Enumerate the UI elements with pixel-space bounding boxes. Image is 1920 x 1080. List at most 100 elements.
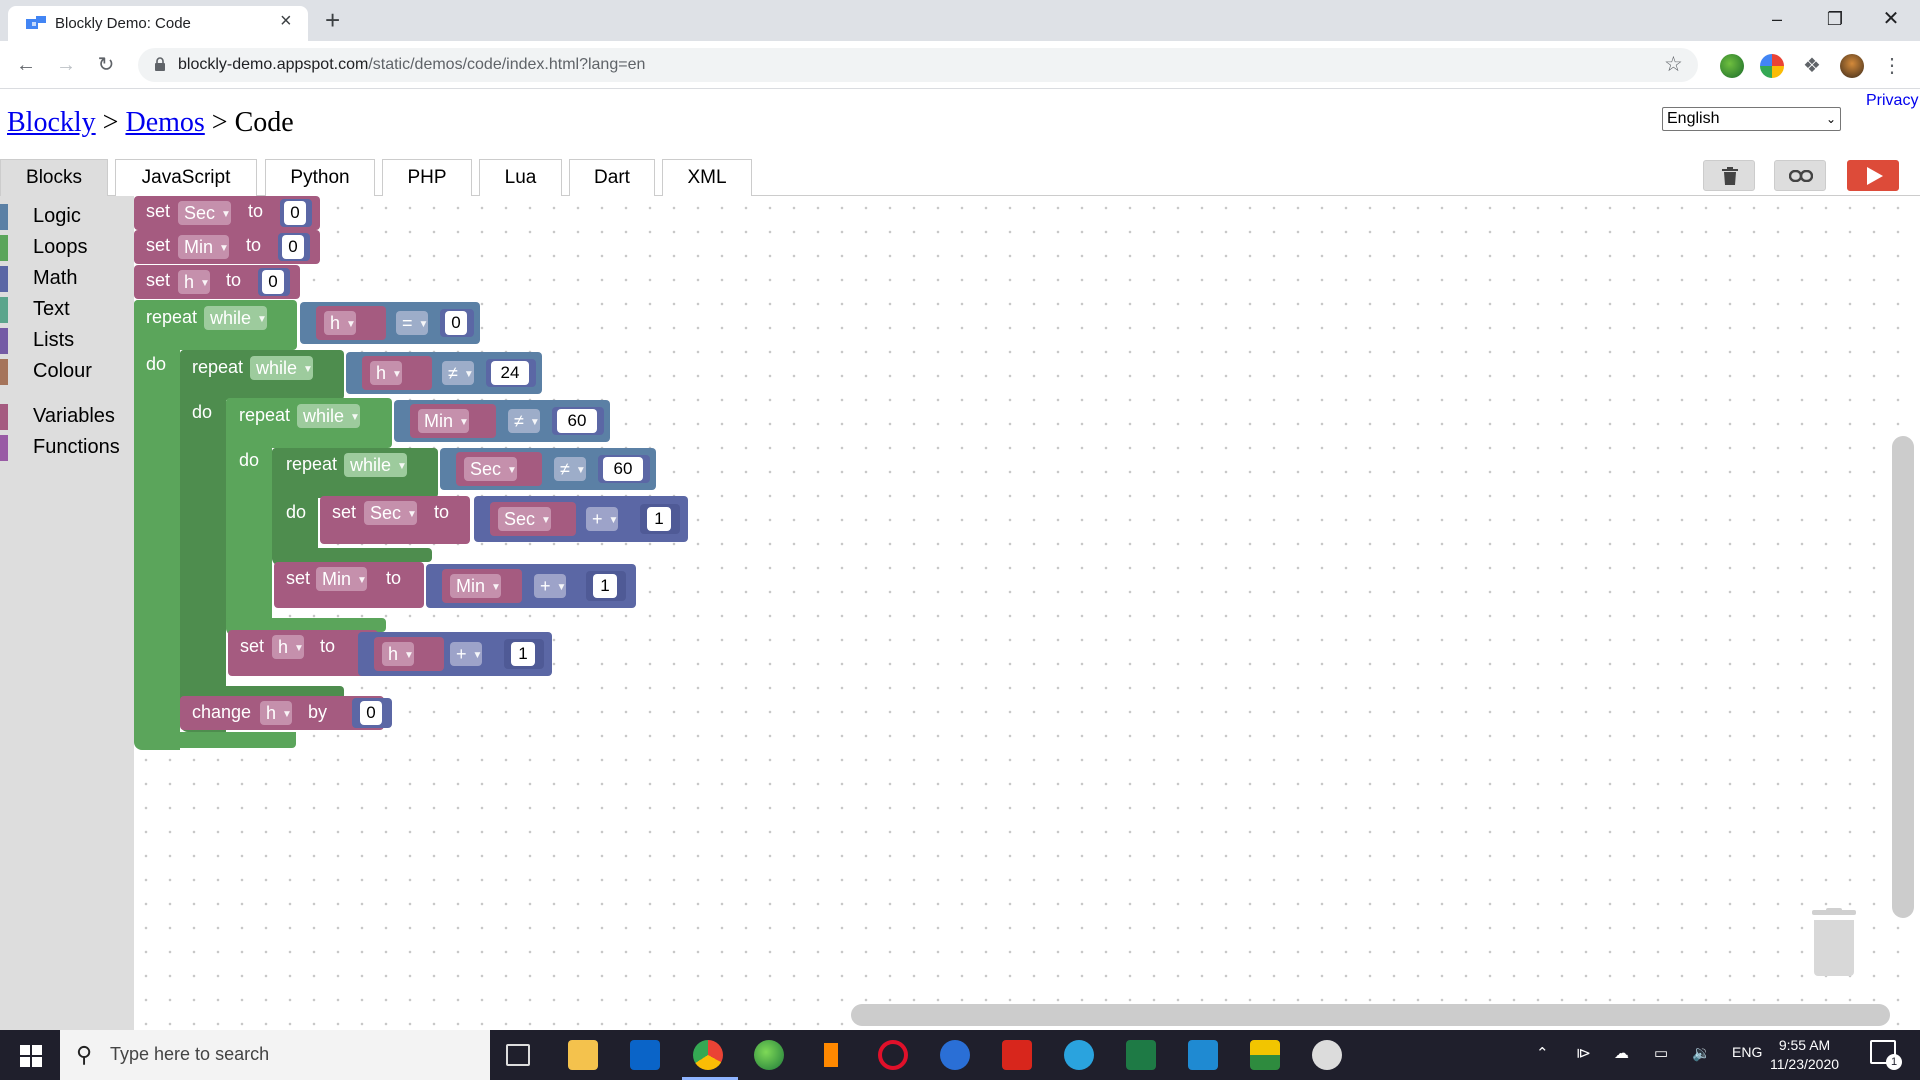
tab-xml[interactable]: XML (662, 159, 752, 196)
number-block[interactable]: 0 (278, 233, 310, 261)
variable-dropdown-sec[interactable]: Sec ▼ (464, 457, 517, 481)
variable-block-sec[interactable]: Sec ▼ (456, 452, 542, 486)
breadcrumb-link-blockly[interactable]: Blockly (7, 107, 96, 138)
compare-block-min-neq-60[interactable]: Min ▼ ≠ ▼ 60 (394, 400, 610, 442)
outlook-icon[interactable] (630, 1040, 660, 1070)
chrome-icon[interactable] (693, 1040, 723, 1070)
toolbox-category-math[interactable]: Math (0, 264, 134, 294)
run-button[interactable] (1847, 160, 1899, 191)
arithmetic-block-h-plus-1[interactable]: h ▼ + ▼ 1 (358, 632, 552, 676)
bookmark-star-icon[interactable]: ☆ (1664, 52, 1683, 77)
number-block[interactable]: 1 (504, 639, 544, 669)
toolbox-category-lists[interactable]: Lists (0, 326, 134, 356)
repeat-mode-dropdown[interactable]: while ▼ (250, 356, 313, 380)
extension-color-icon[interactable] (1760, 54, 1784, 78)
number-field[interactable]: 0 (284, 201, 306, 225)
set-h-increment-block[interactable]: set h ▼ to (228, 630, 378, 676)
blockly-workspace[interactable]: set Sec ▼ to 0 set Min ▼ to 0 set h ▼ to 0 (134, 196, 1920, 1030)
system-clock[interactable]: 9:55 AM 11/23/2020 (1770, 1036, 1839, 1074)
number-field[interactable]: 0 (262, 270, 284, 294)
compare-block-sec-neq-60[interactable]: Sec ▼ ≠ ▼ 60 (440, 448, 656, 490)
tray-chevron-up-icon[interactable]: ⌃ (1536, 1044, 1549, 1062)
set-sec-increment-block[interactable]: set Sec ▼ to (320, 496, 470, 544)
toolbox-category-functions[interactable]: Functions (0, 433, 134, 463)
extensions-puzzle-icon[interactable]: ❖ (1800, 54, 1824, 78)
opera-icon[interactable] (878, 1040, 908, 1070)
restore-icon[interactable]: ❐ (1806, 0, 1864, 38)
number-field[interactable]: 24 (491, 361, 529, 385)
paint-app-icon[interactable] (1312, 1040, 1342, 1070)
task-view-icon[interactable] (506, 1044, 530, 1066)
toolbox-category-colour[interactable]: Colour (0, 357, 134, 387)
number-block[interactable]: 24 (486, 359, 536, 387)
number-block[interactable]: 1 (640, 504, 680, 534)
variable-dropdown-min[interactable]: Min ▼ (450, 574, 501, 598)
compare-block-h-neq-24[interactable]: h ▼ ≠ ▼ 24 (346, 352, 542, 394)
variable-block-h[interactable]: h ▼ (362, 356, 432, 390)
operator-dropdown[interactable]: + ▼ (450, 642, 483, 666)
number-block[interactable]: 0 (280, 199, 312, 227)
input-language-indicator[interactable]: ENG (1732, 1044, 1762, 1060)
windows-start-icon[interactable] (20, 1045, 42, 1067)
taskbar-search-field[interactable]: ⚲ Type here to search (60, 1030, 490, 1080)
vscode-icon[interactable] (1188, 1040, 1218, 1070)
number-field[interactable]: 60 (603, 457, 643, 481)
excel-icon[interactable] (1126, 1040, 1156, 1070)
compare-block-h-eq-0[interactable]: h ▼ = ▼ 0 (300, 302, 480, 344)
number-block[interactable]: 0 (352, 698, 392, 728)
tab-javascript[interactable]: JavaScript (115, 159, 257, 196)
tab-close-icon[interactable]: × (280, 11, 292, 31)
number-field[interactable]: 0 (360, 701, 382, 725)
set-sec-block[interactable]: set Sec ▼ to 0 (134, 196, 320, 230)
variable-dropdown-sec[interactable]: Sec ▼ (364, 501, 417, 525)
new-tab-icon[interactable]: + (325, 7, 340, 33)
toolbox-category-logic[interactable]: Logic (0, 202, 134, 232)
workspace-vertical-scrollbar[interactable] (1892, 436, 1914, 918)
toolbox-category-text[interactable]: Text (0, 295, 134, 325)
workspace-horizontal-scrollbar[interactable] (851, 1004, 1890, 1026)
arithmetic-block-sec-plus-1[interactable]: Sec ▼ + ▼ 1 (474, 496, 688, 542)
browser-menu-icon[interactable]: ⋮ (1880, 54, 1904, 78)
operator-dropdown[interactable]: = ▼ (396, 311, 429, 335)
trash-button[interactable] (1703, 160, 1755, 191)
variable-dropdown-h[interactable]: h ▼ (370, 361, 402, 385)
breadcrumb-link-demos[interactable]: Demos (125, 107, 204, 138)
variable-dropdown-sec[interactable]: Sec ▼ (498, 507, 551, 531)
tab-python[interactable]: Python (265, 159, 375, 196)
variable-dropdown-h[interactable]: h ▼ (272, 635, 304, 659)
variable-dropdown-sec[interactable]: Sec ▼ (178, 201, 231, 225)
repeat-mode-dropdown[interactable]: while ▼ (344, 453, 407, 477)
vlc-icon[interactable] (816, 1040, 846, 1070)
profile-avatar[interactable] (1840, 54, 1864, 78)
set-min-block[interactable]: set Min ▼ to 0 (134, 230, 320, 264)
url-field[interactable]: blockly-demo.appspot.com/static/demos/co… (138, 48, 1698, 82)
repeat-mode-dropdown[interactable]: while ▼ (297, 404, 360, 428)
repeat-mode-dropdown[interactable]: while ▼ (204, 306, 267, 330)
app-blue-swoosh-icon[interactable] (940, 1040, 970, 1070)
number-field[interactable]: 1 (647, 507, 671, 531)
number-block[interactable]: 0 (258, 268, 290, 296)
language-select[interactable]: English ⌄ (1662, 107, 1841, 131)
variable-dropdown-h[interactable]: h ▼ (324, 311, 356, 335)
toolbox-category-variables[interactable]: Variables (0, 402, 134, 432)
reload-icon[interactable]: ↻ (90, 49, 122, 81)
operator-dropdown[interactable]: ≠ ▼ (508, 409, 540, 433)
tab-php[interactable]: PHP (382, 159, 472, 196)
workspace-trash-icon[interactable] (1810, 908, 1858, 976)
set-h-block[interactable]: set h ▼ to 0 (134, 265, 300, 299)
forward-icon[interactable]: → (50, 49, 82, 81)
toolbox-category-loops[interactable]: Loops (0, 233, 134, 263)
privacy-link[interactable]: Privacy (1866, 92, 1918, 110)
operator-dropdown[interactable]: + ▼ (586, 507, 619, 531)
number-field[interactable]: 0 (282, 235, 304, 259)
battery-icon[interactable]: ▭ (1654, 1044, 1668, 1062)
operator-dropdown[interactable]: ≠ ▼ (442, 361, 474, 385)
variable-dropdown-h[interactable]: h ▼ (178, 270, 210, 294)
arithmetic-block-min-plus-1[interactable]: Min ▼ + ▼ 1 (426, 564, 636, 608)
link-button[interactable] (1774, 160, 1826, 191)
set-min-increment-block[interactable]: set Min ▼ to (274, 562, 424, 608)
browser-tab[interactable]: Blockly Demo: Code × (8, 6, 308, 41)
close-window-icon[interactable]: ✕ (1862, 0, 1920, 38)
variable-block-sec[interactable]: Sec ▼ (490, 502, 576, 536)
variable-dropdown-min[interactable]: Min ▼ (316, 567, 367, 591)
